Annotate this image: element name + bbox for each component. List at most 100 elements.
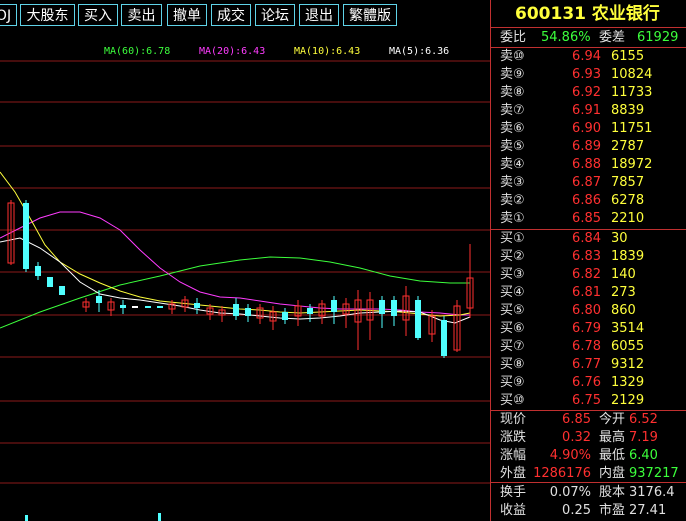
toolbar-button-traditional[interactable]: 繁體版 [343,4,397,26]
buy-row[interactable]: 买① 6.84 30 [491,230,686,248]
stat-label: 今开 [599,412,626,427]
buy-label: 买③ [500,267,525,282]
candle-body [157,306,163,308]
sell-label: 卖⑩ [500,49,525,64]
buy-row[interactable]: 买⑨ 6.76 1329 [491,374,686,392]
buy-price: 6.79 [572,321,601,336]
sell-row[interactable]: 卖⑤ 6.89 2787 [491,138,686,156]
stat-label: 收益 [500,503,527,518]
toolbar: OJ 大股东 买入 卖出 撤单 成交 论坛 退出 繁體版 [0,0,490,30]
stat-row: 现价 6.85 今开 6.52 [491,411,686,429]
stat-row: 涨跌 0.32 最高 7.19 [491,429,686,447]
buy-row[interactable]: 买⑦ 6.78 6055 [491,338,686,356]
buy-label: 买② [500,249,525,264]
sell-label: 卖⑨ [500,67,525,82]
stat-label: 涨幅 [500,448,527,463]
sell-label: 卖② [500,193,525,208]
stock-code: 600131 [515,4,586,24]
stat-label: 现价 [500,412,527,427]
toolbar-button-cancel-order[interactable]: 撤单 [167,4,207,26]
ma60-line [0,256,470,329]
candle-body [23,203,29,269]
stat-value: 27.41 [629,503,667,518]
sell-price: 6.85 [572,211,601,226]
ma5-legend: MA(5):6.36 [389,46,449,57]
candle-body [415,300,421,338]
sell-price: 6.94 [572,49,601,64]
weicha-label: 委差 [599,30,626,45]
sell-volume: 10824 [611,67,653,82]
candles [7,200,474,358]
toolbar-button-exit[interactable]: 退出 [299,4,339,26]
sell-row[interactable]: 卖① 6.85 2210 [491,210,686,228]
candle-body [194,303,200,308]
sell-label: 卖⑤ [500,139,525,154]
sell-price: 6.89 [572,139,601,154]
candle-body [391,300,397,316]
stock-title: 600131 农业银行 [491,0,686,28]
candle-body [233,304,239,316]
sell-row[interactable]: 卖⑦ 6.91 8839 [491,102,686,120]
sell-label: 卖④ [500,157,525,172]
candle-body [245,308,251,316]
buy-row[interactable]: 买④ 6.81 273 [491,284,686,302]
sell-row[interactable]: 卖⑥ 6.90 11751 [491,120,686,138]
buy-volume: 9312 [611,357,645,372]
sell-volume: 11751 [611,121,653,136]
sell-label: 卖⑦ [500,103,525,118]
candle-body [132,306,138,308]
toolbar-button-trades[interactable]: 成交 [211,4,251,26]
sell-row[interactable]: 卖④ 6.88 18972 [491,156,686,174]
toolbar-button-sell[interactable]: 卖出 [121,4,162,26]
ma20-line [0,211,470,316]
quote-panel: 600131 农业银行 委比 54.86% 委差 61929 卖⑩ 6.94 615… [490,0,686,521]
toolbar-button-major-shareholder[interactable]: 大股东 [20,4,75,26]
stat-value: 6.85 [562,412,591,427]
kline-chart[interactable]: MA(60):6.78 MA(20):6.43 MA(10):6.43 MA(5… [0,30,490,521]
sell-row[interactable]: 卖⑧ 6.92 11733 [491,84,686,102]
toolbar-button-forum[interactable]: 论坛 [255,4,295,26]
sell-row[interactable]: 卖② 6.86 6278 [491,192,686,210]
sell-row[interactable]: 卖⑨ 6.93 10824 [491,66,686,84]
sell-price: 6.87 [572,175,601,190]
toolbar-button-buy[interactable]: 买入 [78,4,118,26]
stat-value: 937217 [629,466,679,481]
buy-volume: 1839 [611,249,645,264]
buy-volume: 140 [611,267,636,282]
stat-value: 4.90% [549,448,591,463]
buy-row[interactable]: 买⑩ 6.75 2129 [491,392,686,410]
buy-label: 买⑦ [500,339,525,354]
buy-row[interactable]: 买⑧ 6.77 9312 [491,356,686,374]
sell-label: 卖① [500,211,525,226]
sell-row[interactable]: 卖⑩ 6.94 6155 [491,48,686,66]
sell-volume: 7857 [611,175,645,190]
ma10-legend: MA(10):6.43 [294,46,360,57]
ma20-legend: MA(20):6.43 [199,46,265,57]
candle-body [145,306,151,308]
stat-value: 0.32 [562,430,591,445]
stat-label: 外盘 [500,466,527,481]
buy-label: 买⑧ [500,357,525,372]
buy-price: 6.77 [572,357,601,372]
candle-body [379,300,385,314]
stat-label: 市盈 [599,503,626,518]
buy-row[interactable]: 买② 6.83 1839 [491,248,686,266]
sell-volume: 2787 [611,139,645,154]
buy-volume: 1329 [611,375,645,390]
stat-label: 换手 [500,485,527,500]
buy-row[interactable]: 买⑤ 6.80 860 [491,302,686,320]
stat-row: 外盘 1286176 内盘 937217 [491,465,686,483]
buy-row[interactable]: 买⑥ 6.79 3514 [491,320,686,338]
buy-row[interactable]: 买③ 6.82 140 [491,266,686,284]
stat-value: 6.40 [629,448,658,463]
stock-name: 农业银行 [591,4,660,24]
stat-label: 内盘 [599,466,626,481]
stat-label: 股本 [599,485,626,500]
toolbar-button-0[interactable]: OJ [0,4,17,26]
sell-label: 卖⑥ [500,121,525,136]
weicha-value: 61929 [637,30,679,45]
buy-label: 买⑥ [500,321,525,336]
buy-label: 买① [500,231,525,246]
sell-row[interactable]: 卖③ 6.87 7857 [491,174,686,192]
sell-price: 6.90 [572,121,601,136]
